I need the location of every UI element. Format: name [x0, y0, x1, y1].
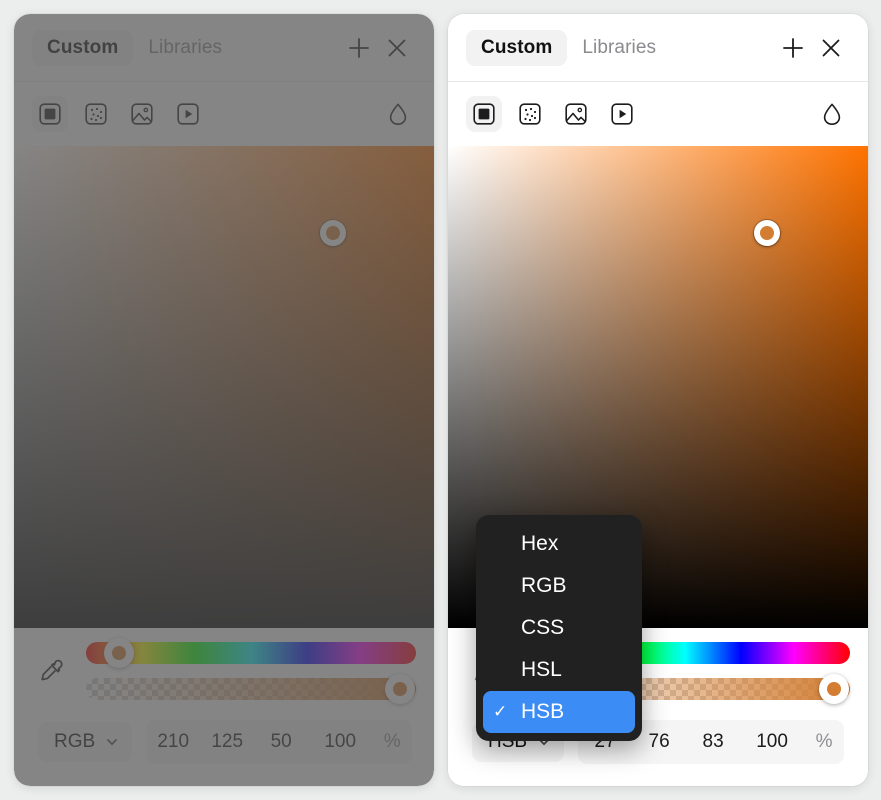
panel-header-right: Custom Libraries: [448, 14, 868, 82]
tab-libraries-right[interactable]: Libraries: [567, 30, 671, 66]
alpha-slider-thumb-right[interactable]: [818, 674, 849, 704]
panel-bottom-left: RGB 210 125 50 100 %: [14, 628, 434, 786]
menu-item-css[interactable]: CSS: [483, 607, 635, 649]
video-icon: [177, 103, 199, 125]
checkmark-icon: ✓: [493, 702, 508, 721]
noise-pattern-tool-left[interactable]: [78, 96, 114, 132]
color-value-field-3-left[interactable]: 50: [254, 720, 308, 764]
image-fill-tool-left[interactable]: [124, 96, 160, 132]
menu-item-hsb[interactable]: ✓ HSB: [483, 691, 635, 733]
field-black-layer-left: [14, 146, 434, 628]
panel-header-left: Custom Libraries: [14, 14, 434, 82]
noise-pattern-tool-right[interactable]: [512, 96, 548, 132]
sliders-left: [86, 638, 416, 704]
field-cursor-left[interactable]: [320, 219, 347, 246]
alpha-slider-thumb-left[interactable]: [384, 674, 415, 704]
close-icon: [384, 35, 410, 61]
menu-item-hex[interactable]: Hex: [483, 523, 635, 565]
plus-icon: [346, 35, 372, 61]
tab-custom-right[interactable]: Custom: [466, 30, 568, 66]
hue-slider-thumb-left[interactable]: [104, 638, 134, 668]
menu-item-rgb[interactable]: RGB: [483, 565, 635, 607]
close-button-left[interactable]: [378, 29, 416, 67]
color-mode-label-left: RGB: [54, 731, 96, 752]
eyedropper-button-left[interactable]: [32, 644, 72, 698]
opacity-unit-left: %: [383, 731, 401, 752]
menu-label-css: CSS: [521, 616, 565, 639]
solid-color-icon: [473, 103, 495, 125]
image-fill-tool-right[interactable]: [558, 96, 594, 132]
color-mode-dropdown-left[interactable]: RGB: [32, 716, 139, 768]
color-value-field-3-right[interactable]: 83: [686, 720, 740, 764]
image-icon: [131, 103, 153, 125]
add-button-left[interactable]: [340, 29, 378, 67]
opacity-tool-left[interactable]: [380, 96, 416, 132]
noise-pattern-icon: [85, 103, 107, 125]
saturation-brightness-field-left[interactable]: [14, 146, 434, 628]
color-value-field-2-left[interactable]: 125: [200, 720, 254, 764]
tab-libraries-left[interactable]: Libraries: [133, 30, 237, 66]
tab-custom-left[interactable]: Custom: [32, 30, 134, 66]
menu-label-hex: Hex: [521, 532, 559, 555]
menu-label-hsb: HSB: [521, 700, 565, 723]
alpha-slider-left[interactable]: [86, 674, 416, 704]
screen: Custom Libraries RGB 210 125 50 100 % Cu…: [0, 0, 881, 800]
video-fill-tool-left[interactable]: [170, 96, 206, 132]
image-icon: [565, 103, 587, 125]
menu-label-hsl: HSL: [521, 658, 562, 681]
eyedropper-icon: [38, 657, 66, 685]
add-button-right[interactable]: [774, 29, 812, 67]
close-button-right[interactable]: [812, 29, 850, 67]
opacity-field-right[interactable]: 100: [740, 720, 804, 764]
value-row-left: RGB 210 125 50 100 %: [32, 716, 416, 768]
menu-item-hsl[interactable]: HSL: [483, 649, 635, 691]
hue-slider-left[interactable]: [86, 638, 416, 668]
color-mode-dropdown-inner-left: RGB: [38, 722, 133, 762]
slider-row-left: [32, 638, 416, 704]
opacity-unit-right: %: [815, 731, 833, 752]
color-value-field-1-left[interactable]: 210: [146, 720, 200, 764]
droplet-icon: [821, 102, 843, 126]
fill-type-toolbar-left: [14, 82, 434, 146]
color-picker-panel-left: Custom Libraries RGB 210 125 50 100 %: [14, 14, 434, 786]
video-fill-tool-right[interactable]: [604, 96, 640, 132]
solid-color-icon: [39, 103, 61, 125]
fill-type-toolbar-right: [448, 82, 868, 146]
chevron-down-icon: [105, 735, 119, 749]
solid-color-tool-left[interactable]: [32, 96, 68, 132]
plus-icon: [780, 35, 806, 61]
solid-color-tool-right[interactable]: [466, 96, 502, 132]
video-icon: [611, 103, 633, 125]
droplet-icon: [387, 102, 409, 126]
color-mode-menu[interactable]: Hex RGB CSS HSL ✓ HSB: [476, 515, 642, 741]
opacity-tool-right[interactable]: [814, 96, 850, 132]
alpha-gradient-left: [86, 678, 416, 700]
field-cursor-right[interactable]: [754, 219, 781, 246]
noise-pattern-icon: [519, 103, 541, 125]
color-value-fields-left: 210 125 50 100 %: [146, 720, 413, 764]
opacity-field-left[interactable]: 100: [308, 720, 372, 764]
menu-label-rgb: RGB: [521, 574, 567, 597]
close-icon: [818, 35, 844, 61]
